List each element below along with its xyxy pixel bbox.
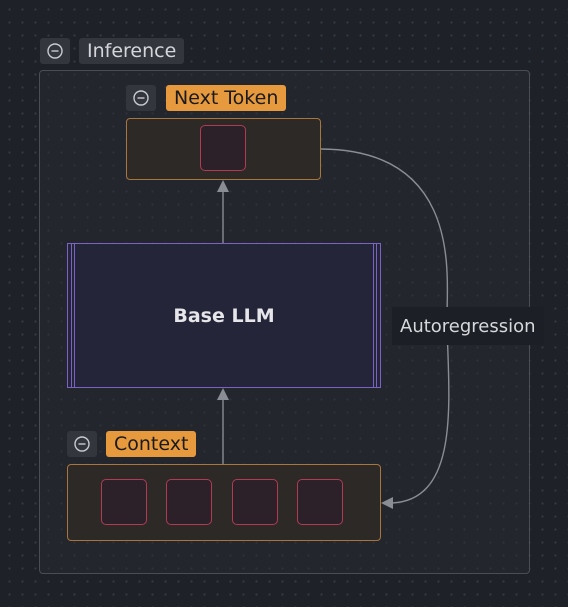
left-rail <box>71 244 75 387</box>
base-llm-node[interactable]: Base LLM <box>67 243 381 388</box>
inference-collapse-button[interactable] <box>40 38 70 64</box>
right-rail <box>373 244 377 387</box>
context-token-cell[interactable] <box>166 479 212 525</box>
minus-circle-icon <box>74 436 90 452</box>
context-token-cell[interactable] <box>297 479 343 525</box>
next-token-title: Next Token <box>166 85 287 111</box>
context-token-cell[interactable] <box>101 479 147 525</box>
context-token-cell[interactable] <box>232 479 278 525</box>
context-title: Context <box>106 431 197 457</box>
minus-circle-icon <box>47 43 63 59</box>
next-token-cell[interactable] <box>200 125 246 171</box>
base-llm-label: Base LLM <box>173 304 275 327</box>
context-collapse-button[interactable] <box>67 431 97 457</box>
inference-group-title: Inference <box>79 38 185 64</box>
minus-circle-icon <box>133 90 149 106</box>
autoregression-label[interactable]: Autoregression <box>392 307 544 345</box>
next-token-collapse-button[interactable] <box>126 85 156 111</box>
